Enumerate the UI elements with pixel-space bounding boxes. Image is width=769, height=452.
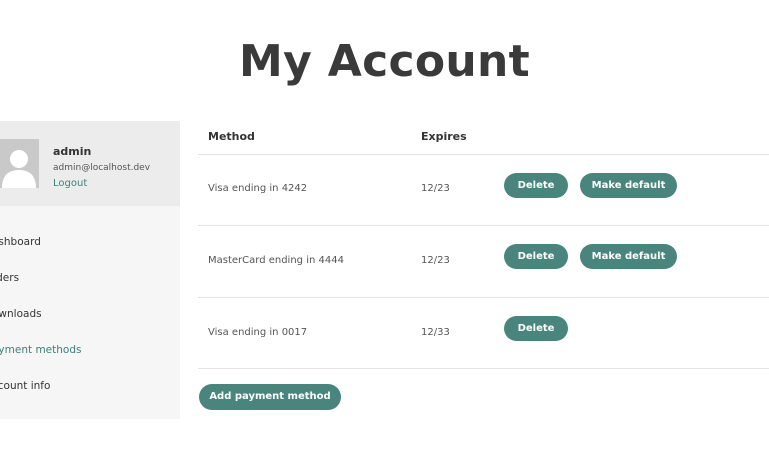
user-email: admin@localhost.dev (53, 163, 151, 173)
row-method: MasterCard ending in 4444 (208, 255, 344, 266)
page-title: My Account (239, 36, 530, 87)
row-expires: 12/23 (421, 255, 450, 266)
header-divider (198, 154, 769, 155)
nav-item-downloads[interactable]: ownloads (0, 308, 42, 320)
row-expires: 12/33 (421, 327, 450, 338)
delete-button[interactable]: Delete (504, 316, 568, 341)
delete-button[interactable]: Delete (504, 244, 568, 269)
add-payment-method-button[interactable]: Add payment method (199, 384, 341, 410)
row-divider (198, 225, 769, 226)
row-expires: 12/23 (421, 183, 450, 194)
user-name: admin (53, 145, 92, 158)
row-method: Visa ending in 4242 (208, 183, 308, 194)
column-header-method: Method (208, 130, 255, 143)
row-divider (198, 368, 769, 369)
make-default-button[interactable]: Make default (580, 244, 677, 269)
nav-item-account-info[interactable]: ccount info (0, 380, 50, 392)
logout-link[interactable]: Logout (53, 178, 87, 189)
nav-item-orders[interactable]: rders (0, 272, 19, 284)
column-header-expires: Expires (421, 130, 467, 143)
account-sidebar: admin admin@localhost.dev Logout ashboar… (0, 121, 180, 419)
avatar (0, 139, 39, 188)
row-method: Visa ending in 0017 (208, 327, 308, 338)
nav-item-dashboard[interactable]: ashboard (0, 236, 41, 248)
row-divider (198, 297, 769, 298)
nav-item-payment-methods[interactable]: ayment methods (0, 344, 81, 356)
user-card: admin admin@localhost.dev Logout (0, 121, 180, 206)
make-default-button[interactable]: Make default (580, 173, 677, 198)
delete-button[interactable]: Delete (504, 173, 568, 198)
user-silhouette-icon (0, 139, 39, 188)
